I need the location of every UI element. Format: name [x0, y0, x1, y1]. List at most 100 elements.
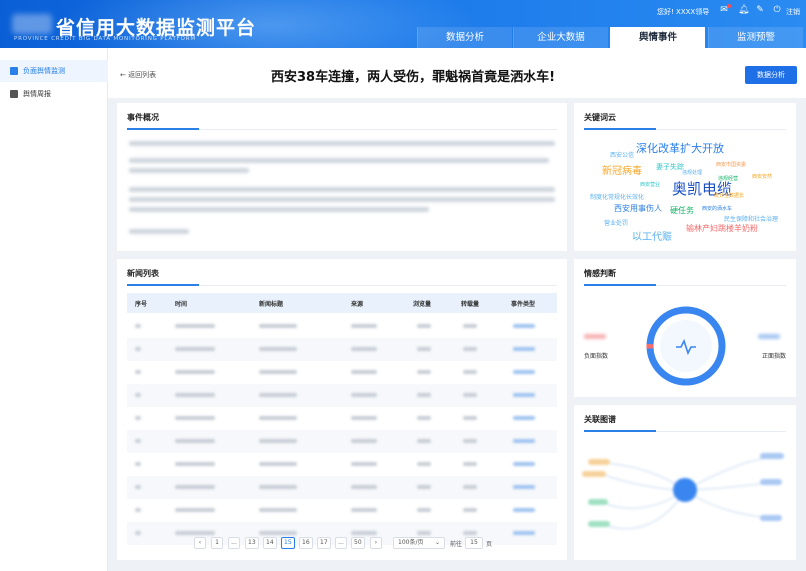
table-cell	[417, 347, 431, 351]
table-cell	[463, 324, 477, 328]
sentiment-donut	[646, 306, 726, 386]
table-cell	[259, 370, 297, 374]
event-type-link[interactable]	[513, 347, 535, 351]
page-button-current[interactable]: 15	[281, 537, 295, 549]
event-type-link[interactable]	[513, 393, 535, 397]
table-row[interactable]	[127, 476, 557, 499]
page-button[interactable]: 50	[351, 537, 365, 549]
data-analysis-button[interactable]: 数据分析	[745, 66, 797, 84]
chevron-down-icon: ⌄	[434, 539, 440, 546]
table-row[interactable]	[127, 453, 557, 476]
logout-button[interactable]: 注销	[786, 7, 800, 17]
goto-label: 前往	[450, 541, 463, 548]
event-type-link[interactable]	[513, 485, 535, 489]
tab-enterprise-data[interactable]: 企业大数据	[513, 27, 608, 48]
event-topbar: ← 返回列表 西安38车连撞，两人受伤，罪魁祸首竟是洒水车! 数据分析	[108, 48, 806, 98]
table-cell	[259, 393, 297, 397]
table-cell	[135, 324, 141, 328]
keyword[interactable]: 制度化常规化长效化	[590, 192, 644, 201]
table-cell	[175, 439, 215, 443]
next-page-button[interactable]: ›	[370, 537, 382, 549]
prev-page-button[interactable]: ‹	[194, 537, 206, 549]
page-button[interactable]: 13	[245, 537, 259, 549]
keyword[interactable]: 西安市国资委	[716, 161, 746, 168]
notification-badge	[727, 4, 731, 8]
table-cell	[175, 393, 215, 397]
page-size-select[interactable]: 100条/页 ⌄	[393, 537, 445, 549]
keyword[interactable]: 营业处罚	[604, 218, 628, 227]
page-button[interactable]: 14	[263, 537, 277, 549]
keyword[interactable]: 新冠病毒	[602, 162, 642, 177]
keyword[interactable]: 西安营业	[640, 181, 660, 188]
tab-data-analysis[interactable]: 数据分析	[417, 27, 512, 48]
power-icon[interactable]: ⏻	[772, 5, 782, 15]
edit-icon[interactable]: ✎	[755, 5, 765, 15]
event-type-link[interactable]	[513, 531, 535, 535]
table-cell	[135, 416, 141, 420]
goto-page-input[interactable]: 15	[465, 537, 483, 549]
keyword[interactable]: 民生保障和社会治理	[724, 214, 778, 223]
sidebar: 负面舆情监测 舆情周报	[0, 48, 108, 571]
tab-monitoring-alert[interactable]: 监测预警	[708, 27, 803, 48]
col-type: 事件类型	[511, 301, 536, 308]
keyword[interactable]: 统计全数据长	[714, 192, 744, 199]
keyword[interactable]: 西安公信	[610, 150, 634, 159]
table-cell	[135, 508, 141, 512]
table-row[interactable]	[127, 315, 557, 338]
table-row[interactable]	[127, 338, 557, 361]
page-button[interactable]: 1	[211, 537, 223, 549]
keyword[interactable]: 西安安然	[752, 173, 772, 180]
keyword[interactable]: 以工代赈	[632, 228, 672, 243]
bell-icon[interactable]: 🔔︎	[738, 5, 749, 15]
tab-public-opinion[interactable]: 舆情事件	[610, 27, 705, 48]
col-time: 时间	[175, 301, 188, 308]
divider	[584, 430, 786, 432]
event-type-link[interactable]	[513, 370, 535, 374]
table-cell	[463, 393, 477, 397]
keyword[interactable]: 违规处理	[682, 169, 702, 176]
event-type-link[interactable]	[513, 416, 535, 420]
table-row[interactable]	[127, 407, 557, 430]
table-cell	[351, 393, 377, 397]
page-button[interactable]: 16	[299, 537, 313, 549]
overview-text	[129, 168, 249, 173]
event-title: 西安38车连撞，两人受伤，罪魁祸首竟是洒水车!	[270, 70, 556, 85]
table-cell	[417, 485, 431, 489]
table-row[interactable]	[127, 499, 557, 522]
event-type-link[interactable]	[513, 462, 535, 466]
sidebar-item-negative-monitor[interactable]: 负面舆情监测	[0, 60, 108, 82]
table-cell	[135, 485, 141, 489]
table-cell	[417, 508, 431, 512]
table-cell	[175, 508, 215, 512]
keyword[interactable]: 深化改革扩大开放	[636, 140, 724, 156]
table-header: 序号 时间 新闻标题 来源 浏览量 转载量 事件类型	[127, 293, 557, 313]
page-button[interactable]: 17	[317, 537, 331, 549]
sidebar-item-weekly-report[interactable]: 舆情周报	[0, 83, 108, 105]
overview-text	[129, 229, 189, 234]
table-row[interactable]	[127, 384, 557, 407]
overview-panel: 事件概况	[117, 103, 567, 251]
keyword[interactable]: 硬任务	[670, 205, 694, 216]
page-ellipsis[interactable]: ...	[335, 537, 347, 549]
relations-title: 关联图谱	[584, 415, 616, 424]
keyword[interactable]: 输林产妇跳楼羊奶粉	[686, 223, 758, 234]
table-row[interactable]	[127, 361, 557, 384]
page-ellipsis[interactable]: ...	[228, 537, 240, 549]
event-type-link[interactable]	[513, 324, 535, 328]
table-cell	[259, 439, 297, 443]
keyword[interactable]: 妻子失踪	[656, 162, 684, 172]
table-cell	[135, 439, 141, 443]
table-row[interactable]	[127, 430, 557, 453]
news-title: 新闻列表	[127, 269, 159, 278]
keyword[interactable]: 西安的洒水车	[702, 205, 732, 212]
table-cell	[175, 324, 215, 328]
event-type-link[interactable]	[513, 508, 535, 512]
keyword[interactable]: 西安用事伤人	[614, 203, 662, 214]
divider	[584, 284, 786, 286]
event-type-link[interactable]	[513, 439, 535, 443]
table-cell	[463, 370, 477, 374]
table-cell	[417, 324, 431, 328]
keyword[interactable]: 违规经营	[718, 175, 738, 182]
table-cell	[417, 393, 431, 397]
table-cell	[351, 531, 377, 535]
